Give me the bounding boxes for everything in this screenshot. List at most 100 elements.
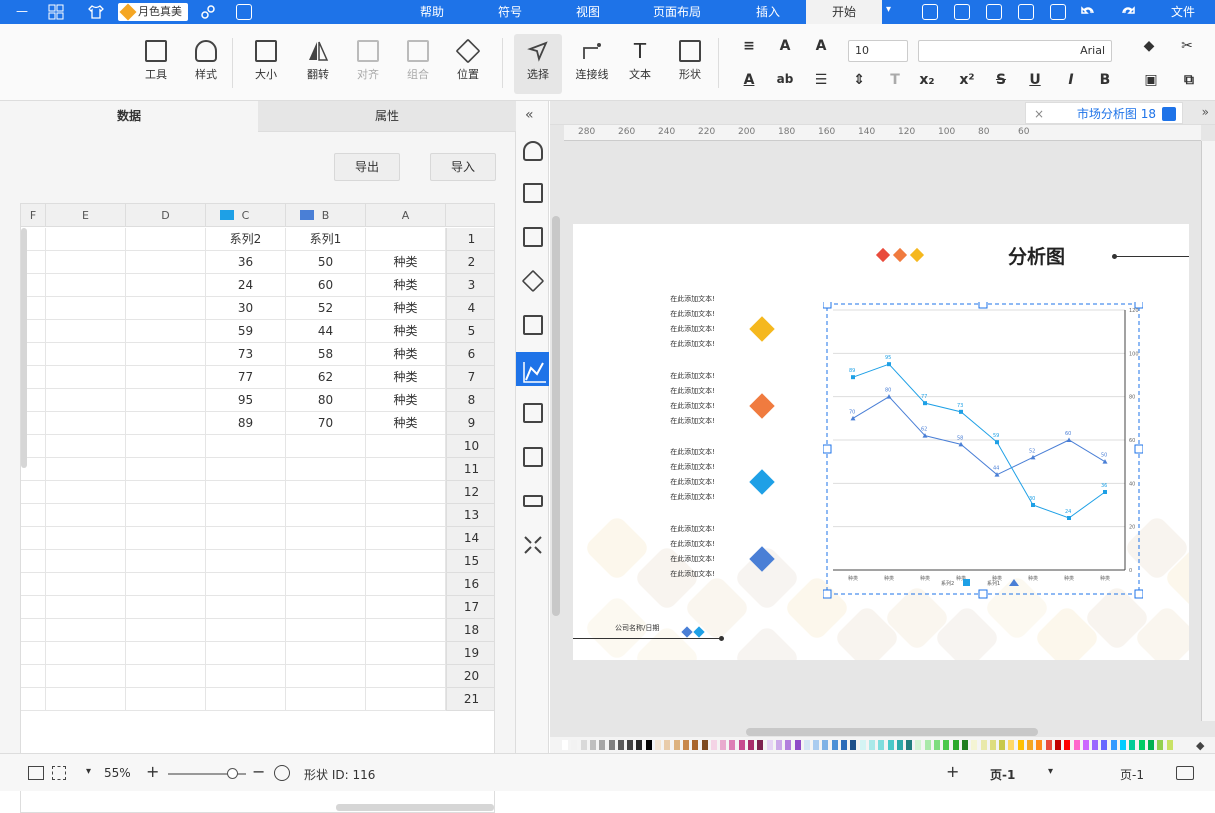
zoom-dropdown-icon[interactable]: ▾ <box>86 766 91 777</box>
page-tab[interactable]: 页-1 <box>1120 766 1144 783</box>
canvas-hscrollbar[interactable] <box>746 728 1038 736</box>
import-button[interactable]: 导入 <box>430 153 496 181</box>
row-number[interactable]: 18 <box>446 619 494 642</box>
cell-d[interactable] <box>126 389 206 412</box>
color-swatch[interactable] <box>757 740 764 750</box>
cell-d[interactable] <box>126 596 206 619</box>
cell-d[interactable] <box>126 665 206 688</box>
tab-help[interactable]: 帮助 <box>404 0 460 24</box>
cell-a[interactable] <box>366 228 446 251</box>
color-swatch[interactable] <box>562 740 568 750</box>
color-swatch[interactable] <box>961 740 968 750</box>
cell-a[interactable]: 种类 <box>366 274 446 297</box>
row-number[interactable]: 19 <box>446 642 494 665</box>
column-header-a[interactable]: A <box>366 204 446 227</box>
cell-e[interactable] <box>46 389 126 412</box>
row-number[interactable]: 12 <box>446 481 494 504</box>
share-icon[interactable] <box>236 4 252 20</box>
cell-e[interactable] <box>46 458 126 481</box>
align-text-icon[interactable]: ≡ <box>740 38 758 54</box>
cell-b[interactable]: 62 <box>286 366 366 389</box>
zoom-level[interactable]: 55% <box>104 766 131 780</box>
cell-d[interactable] <box>126 297 206 320</box>
page-icon[interactable] <box>523 315 543 335</box>
color-swatch[interactable] <box>1110 740 1117 750</box>
color-swatch[interactable] <box>1166 740 1173 750</box>
new-icon[interactable] <box>1050 4 1066 20</box>
cell-c[interactable]: 77 <box>206 366 286 389</box>
format-icon[interactable] <box>523 495 543 507</box>
cell-a[interactable]: 种类 <box>366 366 446 389</box>
row-number[interactable]: 17 <box>446 596 494 619</box>
cell-e[interactable] <box>46 665 126 688</box>
cell-a[interactable] <box>366 665 446 688</box>
color-swatch[interactable] <box>943 740 950 750</box>
tool-style-button[interactable]: 样式 <box>184 34 228 94</box>
cell-e[interactable] <box>46 573 126 596</box>
color-swatch[interactable] <box>1017 740 1024 750</box>
page-indicator[interactable]: 页-1 <box>990 766 1015 783</box>
strikethrough-icon[interactable]: S <box>992 72 1010 88</box>
color-swatch[interactable] <box>1082 740 1089 750</box>
tab-file[interactable]: 文件 <box>1156 0 1210 24</box>
format-painter-icon[interactable]: ◆ <box>1140 38 1158 54</box>
data-grid[interactable]: A B C D E F 1 系列1 系列2 2 种类 50 36 3 种类 60 24 4 种类 52 30… <box>20 203 495 813</box>
tab-properties[interactable]: 属性 <box>258 101 516 132</box>
color-swatch[interactable] <box>794 740 801 750</box>
attachment-icon[interactable] <box>523 447 543 467</box>
cell-b[interactable] <box>286 481 366 504</box>
color-swatch[interactable] <box>692 740 699 750</box>
cell-c[interactable] <box>206 435 286 458</box>
text-line[interactable]: 在此添加文本! <box>655 462 715 472</box>
color-swatch[interactable] <box>896 740 903 750</box>
cell-c[interactable] <box>206 642 286 665</box>
cell-f[interactable] <box>21 504 46 527</box>
list-icon[interactable]: ☰ <box>812 72 830 88</box>
cell-e[interactable] <box>46 228 126 251</box>
text-line[interactable]: 在此添加文本! <box>655 477 715 487</box>
row-number[interactable]: 1 <box>446 228 494 251</box>
cell-b[interactable] <box>286 619 366 642</box>
cell-c[interactable]: 89 <box>206 412 286 435</box>
color-swatch[interactable] <box>841 740 847 750</box>
play-icon[interactable] <box>274 765 290 781</box>
text-line[interactable]: 在此添加文本! <box>655 339 715 349</box>
tab-view[interactable]: 视图 <box>560 0 616 24</box>
color-swatch[interactable] <box>924 740 931 750</box>
cell-d[interactable] <box>126 688 206 711</box>
color-swatch[interactable] <box>878 740 885 750</box>
tab-insert[interactable]: 插入 <box>740 0 796 24</box>
color-swatch[interactable] <box>887 740 894 750</box>
cut-icon[interactable]: ✂ <box>1178 38 1196 54</box>
cell-b[interactable]: 70 <box>286 412 366 435</box>
cell-c[interactable] <box>206 481 286 504</box>
color-swatch[interactable] <box>636 740 643 750</box>
cell-b[interactable] <box>286 435 366 458</box>
collapse-panel-icon[interactable]: « <box>525 107 534 123</box>
cell-c[interactable] <box>206 550 286 573</box>
row-number[interactable]: 8 <box>446 389 494 412</box>
tool-group-button[interactable]: 组合 <box>396 34 440 94</box>
row-number[interactable]: 5 <box>446 320 494 343</box>
cell-c[interactable] <box>206 527 286 550</box>
copy-icon[interactable]: ⧉ <box>1180 72 1198 88</box>
cell-b[interactable] <box>286 573 366 596</box>
cell-b[interactable]: 44 <box>286 320 366 343</box>
tool-size-button[interactable]: 大小 <box>244 34 288 94</box>
color-swatch[interactable] <box>682 740 689 750</box>
cell-e[interactable] <box>46 688 126 711</box>
cell-f[interactable] <box>21 481 46 504</box>
cell-a[interactable] <box>366 688 446 711</box>
cell-e[interactable] <box>46 527 126 550</box>
tool-select-button[interactable]: 选择 <box>514 34 562 94</box>
cell-f[interactable] <box>21 619 46 642</box>
zoom-slider-thumb[interactable] <box>227 768 238 779</box>
color-swatch[interactable] <box>748 740 754 750</box>
grid-icon[interactable] <box>523 183 543 203</box>
color-palette[interactable]: ◆ <box>550 737 1215 753</box>
cell-c[interactable]: 59 <box>206 320 286 343</box>
row-number[interactable]: 20 <box>446 665 494 688</box>
color-swatch[interactable] <box>980 740 987 750</box>
highlight-icon[interactable]: ab <box>776 72 794 86</box>
cell-f[interactable] <box>21 573 46 596</box>
